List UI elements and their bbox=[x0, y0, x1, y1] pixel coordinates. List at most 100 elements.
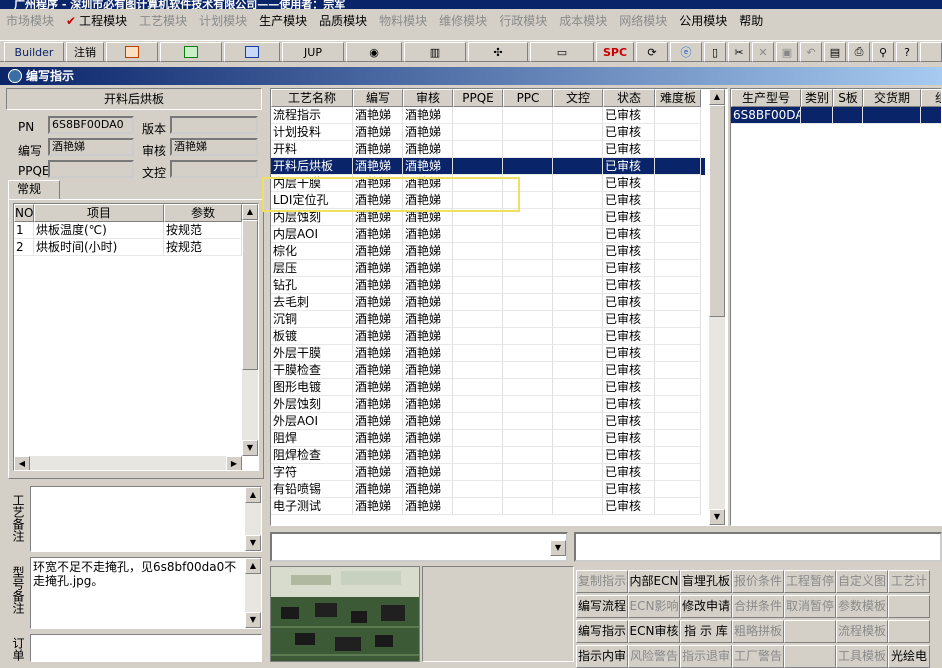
scroll-up-icon[interactable]: ▲ bbox=[709, 89, 725, 105]
menu-item-5[interactable]: 品质模块 bbox=[313, 12, 373, 29]
help-icon[interactable]: ? bbox=[896, 42, 918, 62]
table-row[interactable]: 钻孔 酒艳娣 酒艳娣 已审核 bbox=[271, 277, 705, 294]
find-icon[interactable]: ⚲ bbox=[872, 42, 894, 62]
grid-header-4[interactable]: PPC bbox=[503, 89, 553, 107]
action-button[interactable]: 工具模板 bbox=[836, 645, 888, 668]
eye-icon[interactable]: ◉ bbox=[346, 42, 402, 62]
menu-item-10[interactable]: 网络模块 bbox=[613, 12, 673, 29]
menu-item-12[interactable]: 帮助 bbox=[733, 12, 769, 29]
save-icon[interactable]: ▣ bbox=[776, 42, 798, 62]
table-row[interactable]: 开料 酒艳娣 酒艳娣 已审核 bbox=[271, 141, 705, 158]
action-button[interactable]: 复制指示 bbox=[576, 570, 628, 593]
grid-header-6[interactable]: 状态 bbox=[603, 89, 655, 107]
word-icon[interactable] bbox=[224, 42, 280, 62]
model-grid-header-0[interactable]: 生产型号 bbox=[731, 89, 801, 107]
model-row[interactable]: 6S8BF00DA0 bbox=[731, 107, 941, 124]
jup-button[interactable]: JUP bbox=[282, 42, 344, 62]
process-grid-vscroll[interactable]: ▲ ▼ bbox=[709, 89, 725, 525]
table-row[interactable]: LDI定位孔 酒艳娣 酒艳娣 已审核 bbox=[271, 192, 705, 209]
action-button[interactable]: 风险警告 bbox=[628, 645, 680, 668]
action-button[interactable]: 工厂警告 bbox=[732, 645, 784, 668]
table-row[interactable]: 板镀 酒艳娣 酒艳娣 已审核 bbox=[271, 328, 705, 345]
action-button[interactable]: 参数模板 bbox=[836, 595, 888, 618]
pn-field[interactable]: 6S8BF00DA0 bbox=[48, 116, 134, 134]
table-row[interactable]: 图形电镀 酒艳娣 酒艳娣 已审核 bbox=[271, 379, 705, 396]
builder-button[interactable]: Builder bbox=[4, 42, 64, 62]
menu-item-7[interactable]: 维修模块 bbox=[433, 12, 493, 29]
grid-header-3[interactable]: PPQE bbox=[453, 89, 503, 107]
table-row[interactable]: 内层蚀刻 酒艳娣 酒艳娣 已审核 bbox=[271, 209, 705, 226]
model-grid-header-1[interactable]: 类别 bbox=[801, 89, 833, 107]
action-button[interactable]: 取消暂停 bbox=[784, 595, 836, 618]
param-hscroll[interactable]: ◀ ▶ bbox=[14, 456, 242, 470]
action-button[interactable]: 粗略拼板 bbox=[732, 620, 784, 643]
action-button[interactable]: 合拼条件 bbox=[732, 595, 784, 618]
model-note-field[interactable]: 环宽不足不走掩孔，见6s8bf00da0不走掩孔.jpg。 ▲ ▼ bbox=[30, 557, 262, 629]
print-icon[interactable]: ⎙ bbox=[848, 42, 870, 62]
computer-icon[interactable]: ▭ bbox=[530, 42, 594, 62]
scroll-up-icon[interactable]: ▲ bbox=[245, 487, 261, 503]
action-button[interactable] bbox=[888, 620, 930, 643]
scroll-down-icon[interactable]: ▼ bbox=[245, 612, 261, 628]
table-row[interactable]: 层压 酒艳娣 酒艳娣 已审核 bbox=[271, 260, 705, 277]
toolbar-overflow[interactable] bbox=[920, 42, 942, 62]
table-row[interactable]: 流程指示 酒艳娣 酒艳娣 已审核 bbox=[271, 107, 705, 124]
action-button[interactable]: 指 示 库 bbox=[680, 620, 732, 643]
model-grid-header-4[interactable]: 组 bbox=[921, 89, 941, 107]
menu-item-6[interactable]: 物料模块 bbox=[373, 12, 433, 29]
model-note-scroll[interactable]: ▲ ▼ bbox=[245, 558, 261, 628]
action-button[interactable]: 报价条件 bbox=[732, 570, 784, 593]
new-doc-icon[interactable]: ▯ bbox=[704, 42, 726, 62]
scroll-thumb[interactable] bbox=[709, 105, 725, 317]
ie-icon[interactable]: ⓔ bbox=[670, 42, 702, 62]
action-button[interactable]: 指示内审 bbox=[576, 645, 628, 668]
menu-item-0[interactable]: 市场模块 bbox=[0, 12, 60, 29]
preview-icon[interactable]: ▤ bbox=[824, 42, 846, 62]
version-field[interactable] bbox=[170, 116, 258, 134]
table-row[interactable]: 外层干膜 酒艳娣 酒艳娣 已审核 bbox=[271, 345, 705, 362]
grid-header-0[interactable]: 工艺名称 bbox=[271, 89, 353, 107]
logout-button[interactable]: 注销 bbox=[66, 42, 104, 62]
model-grid-header-3[interactable]: 交货期 bbox=[863, 89, 921, 107]
action-button[interactable]: 光绘电 bbox=[888, 645, 930, 668]
table-row[interactable]: 阻焊检查 酒艳娣 酒艳娣 已审核 bbox=[271, 447, 705, 464]
param-row[interactable]: 1 烘板温度(℃) 按规范 bbox=[14, 222, 242, 239]
table-row[interactable]: 阻焊 酒艳娣 酒艳娣 已审核 bbox=[271, 430, 705, 447]
menu-item-11[interactable]: 公用模块 bbox=[673, 12, 733, 29]
menu-item-8[interactable]: 行政模块 bbox=[493, 12, 553, 29]
menu-item-9[interactable]: 成本模块 bbox=[553, 12, 613, 29]
table-row[interactable]: 电子测试 酒艳娣 酒艳娣 已审核 bbox=[271, 498, 705, 515]
action-button[interactable]: ECN审核 bbox=[628, 620, 680, 643]
spc-button[interactable]: SPC bbox=[596, 42, 634, 62]
author-field[interactable]: 酒艳娣 bbox=[48, 138, 134, 156]
scroll-up-icon[interactable]: ▲ bbox=[242, 204, 258, 220]
grid-header-5[interactable]: 文控 bbox=[553, 89, 603, 107]
action-button[interactable]: 盲埋孔板 bbox=[680, 570, 732, 593]
menu-item-2[interactable]: 工艺模块 bbox=[133, 12, 193, 29]
review-field[interactable]: 酒艳娣 bbox=[170, 138, 258, 156]
action-button[interactable]: ECN影响 bbox=[628, 595, 680, 618]
refresh-icon[interactable]: ⟳ bbox=[636, 42, 668, 62]
table-row[interactable]: 有铅喷锡 酒艳娣 酒艳娣 已审核 bbox=[271, 481, 705, 498]
order-note-field[interactable] bbox=[30, 634, 262, 662]
model-combo[interactable] bbox=[574, 532, 942, 562]
calc-icon[interactable] bbox=[106, 42, 158, 62]
table-row[interactable]: 开料后烘板 酒艳娣 酒艳娣 已审核 bbox=[271, 158, 705, 175]
scroll-down-icon[interactable]: ▼ bbox=[709, 509, 725, 525]
grid-header-1[interactable]: 编写 bbox=[353, 89, 403, 107]
action-button[interactable]: 工艺计 bbox=[888, 570, 930, 593]
param-header-no[interactable]: NO bbox=[14, 204, 34, 222]
param-header-value[interactable]: 参数 bbox=[164, 204, 242, 222]
menu-item-4[interactable]: 生产模块 bbox=[253, 12, 313, 29]
param-vscroll[interactable]: ▲ ▼ bbox=[242, 204, 258, 456]
menu-item-3[interactable]: 计划模块 bbox=[193, 12, 253, 29]
action-button[interactable]: 编写指示 bbox=[576, 620, 628, 643]
param-header-item[interactable]: 项目 bbox=[34, 204, 164, 222]
action-button[interactable]: 工程暂停 bbox=[784, 570, 836, 593]
process-note-scroll[interactable]: ▲ ▼ bbox=[245, 487, 261, 551]
action-button[interactable]: 指示退审 bbox=[680, 645, 732, 668]
scroll-left-icon[interactable]: ◀ bbox=[14, 456, 30, 470]
table-row[interactable]: 计划投料 酒艳娣 酒艳娣 已审核 bbox=[271, 124, 705, 141]
cut-icon[interactable]: ✂ bbox=[728, 42, 750, 62]
tab-general[interactable]: 常规 bbox=[8, 180, 60, 200]
